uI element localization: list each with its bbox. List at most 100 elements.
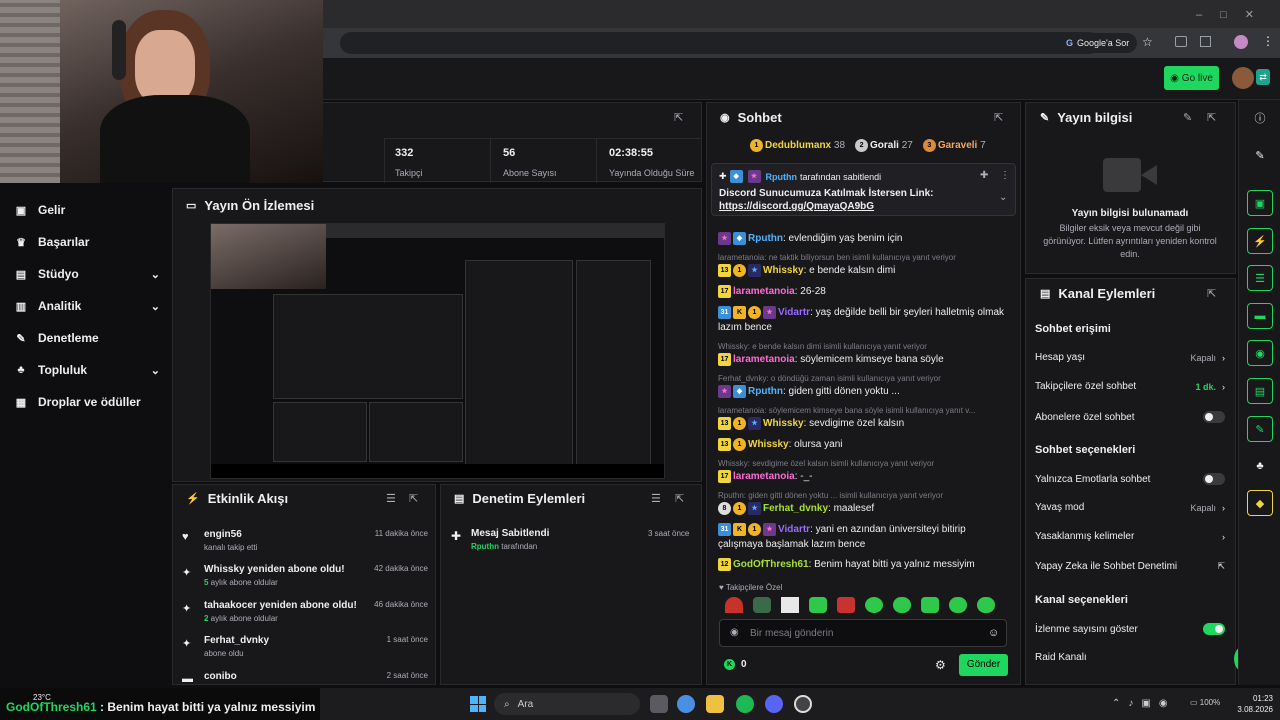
edit-icon[interactable]: ✎: [1183, 111, 1192, 124]
chat-message[interactable]: 17 larametanoia: söylemicem kimseye bana …: [718, 352, 1010, 367]
setting-emote-only[interactable]: Yalnızca Emotlarla sohbet: [1035, 473, 1225, 485]
kick-badge: K: [733, 305, 746, 319]
chat-message[interactable]: ★ ◆ Rputhn: evlendiğim yaş benim için: [718, 231, 1010, 246]
sidebar-item-denetleme[interactable]: ✎ Denetleme: [14, 331, 160, 345]
popout-icon[interactable]: ⇱: [674, 111, 683, 124]
spotify-icon[interactable]: [736, 695, 754, 713]
setting-ai-mod[interactable]: Yapay Zeka ile Sohbet Denetimi ⇱: [1035, 561, 1225, 572]
emote-ball[interactable]: [865, 597, 883, 613]
stack-icon[interactable]: ▤: [1247, 378, 1273, 404]
leader-item[interactable]: 3 Garaveli 7: [922, 139, 986, 152]
pencil-icon[interactable]: ✎: [1247, 142, 1273, 168]
task-view-icon[interactable]: [650, 695, 668, 713]
chat-message[interactable]: 31 K 1 ★ Vidartr: yani en azından üniversite…: [718, 522, 1010, 552]
battery-indicator[interactable]: ▭ 100%: [1190, 698, 1220, 707]
tray-icons[interactable]: ⌃♪▣◉: [1112, 698, 1176, 709]
emote-frog[interactable]: [921, 597, 939, 613]
setting-show-views[interactable]: İzlenme sayısını göster: [1035, 623, 1225, 635]
filter-icon[interactable]: ☰: [651, 492, 661, 505]
setting-banned-words[interactable]: Yasaklanmış kelimeler ›: [1035, 531, 1225, 542]
windows-start-icon[interactable]: [470, 696, 486, 712]
emote-car[interactable]: [753, 597, 771, 613]
show-views-toggle[interactable]: [1203, 623, 1225, 635]
community-icon[interactable]: ♣: [1247, 453, 1273, 479]
emote-face[interactable]: [781, 597, 799, 613]
sidebar-item-topluluk[interactable]: ♣ Topluluk ⌄: [14, 363, 160, 377]
bookmark-star-icon[interactable]: ☆: [1142, 35, 1153, 49]
chat-message[interactable]: 8 1 ★ Ferhat_dvnky: maalesef: [718, 501, 1010, 516]
app-switch-icon[interactable]: ⇄: [1256, 69, 1270, 85]
leader-item[interactable]: 1 Dedublumanx 38: [750, 139, 845, 152]
more-icon[interactable]: ⋮: [1000, 170, 1010, 181]
sidebar-item-studyo[interactable]: ▤ Stüdyo ⌄: [14, 267, 160, 281]
info-icon[interactable]: ⓘ: [1247, 105, 1273, 131]
emote-gauge[interactable]: [725, 597, 743, 613]
chat-message[interactable]: 31 K 1 ★ Vidartr: yaş değilde belli bir şeyl…: [718, 305, 1010, 335]
shield-icon[interactable]: ◆: [1247, 490, 1273, 516]
chat-bubble-icon[interactable]: ▬: [1247, 303, 1273, 329]
popout-icon[interactable]: ⇱: [994, 111, 1003, 124]
settings-gear-icon[interactable]: ⚙: [935, 658, 946, 672]
list-icon[interactable]: ☰: [1247, 265, 1273, 291]
pin-toggle-icon[interactable]: ✚: [980, 170, 988, 181]
leader-item[interactable]: 2 Gorali 27: [855, 139, 913, 152]
preview-sidebar: [211, 294, 271, 444]
setting-raid[interactable]: Raid Kanalı: [1035, 652, 1225, 663]
send-button[interactable]: Gönder: [959, 654, 1008, 676]
setting-followers-chat[interactable]: Takipçilere özel sohbet 1 dk. ›: [1035, 381, 1225, 392]
capture-icon[interactable]: ▣: [1247, 190, 1273, 216]
wrench-icon[interactable]: ✎: [1247, 416, 1273, 442]
setting-subs-chat[interactable]: Abonelere özel sohbet: [1035, 411, 1225, 423]
setting-slow-mode[interactable]: Yavaş mod Kapalı ›: [1035, 502, 1225, 513]
user-avatar[interactable]: [1232, 67, 1254, 89]
taskbar-search[interactable]: ⌕ Ara: [494, 693, 640, 715]
browser-menu-icon[interactable]: ⋮: [1262, 34, 1274, 48]
emote-red[interactable]: [837, 597, 855, 613]
popout-icon[interactable]: ⇱: [1207, 287, 1216, 300]
chat-message[interactable]: 17 larametanoia: -_-: [718, 469, 1010, 484]
chat-message[interactable]: 13 1 ★ Whissky: sevdigime özel kalsın: [718, 416, 1010, 431]
chat-message[interactable]: 17 larametanoia: 26-28: [718, 284, 1010, 299]
popout-icon[interactable]: ⇱: [675, 492, 684, 505]
stream-preview[interactable]: [210, 223, 665, 479]
setting-account-age[interactable]: Hesap yaşı Kapalı ›: [1035, 352, 1225, 363]
google-ask-button[interactable]: G Google'a Sor: [1058, 33, 1138, 53]
window-controls[interactable]: –□✕: [1196, 8, 1272, 21]
chevron-down-icon[interactable]: ⌄: [999, 192, 1007, 203]
reply-context: larametanoia: ne taktik biliyorsun ben i…: [718, 253, 956, 262]
address-bar[interactable]: [340, 32, 1100, 54]
clock[interactable]: 01:23 3.08.2026: [1233, 693, 1273, 715]
broadcast-icon[interactable]: ◉: [1247, 340, 1273, 366]
months-badge: 17: [718, 284, 731, 298]
emote-kick[interactable]: [977, 597, 995, 613]
sidebar-item-gelir[interactable]: ▣ Gelir: [14, 203, 160, 217]
emote-green[interactable]: [809, 597, 827, 613]
chat-message[interactable]: 13 1 ★ Whissky: e bende kalsın dimi: [718, 263, 1010, 278]
puzzle-icon[interactable]: [1200, 36, 1211, 47]
sidebar-item-droplar[interactable]: ▦ Droplar ve ödüller: [14, 395, 160, 409]
popout-icon[interactable]: ⇱: [1207, 111, 1216, 124]
chat-message[interactable]: ★ ◆ Rputhn: giden gitti dönen yoktu ...: [718, 384, 1010, 399]
emote-blob[interactable]: [893, 597, 911, 613]
channel-points[interactable]: K 0: [724, 659, 747, 670]
emote-picker-icon[interactable]: ◉: [730, 627, 739, 638]
chrome-icon[interactable]: [677, 695, 695, 713]
emote-only-toggle[interactable]: [1203, 473, 1225, 485]
chat-message[interactable]: 12 GodOfThresh61: Benim hayat bitti ya ya…: [718, 557, 1010, 572]
profile-avatar[interactable]: [1234, 35, 1248, 49]
extension-icon[interactable]: [1175, 36, 1187, 47]
subs-chat-toggle[interactable]: [1203, 411, 1225, 423]
folder-icon[interactable]: [706, 695, 724, 713]
smile-icon[interactable]: ☺: [988, 627, 999, 639]
emote-smile[interactable]: [949, 597, 967, 613]
pinned-message[interactable]: ✚ ◆ ★ Rputhn tarafından sabitlendi ✚ ⋮ D…: [711, 163, 1016, 216]
pinned-link[interactable]: https://discord.gg/QmayaQA9bG: [719, 201, 874, 212]
go-live-button[interactable]: ◉ Go live: [1164, 66, 1219, 90]
sidebar-item-analitik[interactable]: ▥ Analitik ⌄: [14, 299, 160, 313]
sidebar-item-basarilar[interactable]: ♛ Başarılar: [14, 235, 160, 249]
discord-icon[interactable]: [765, 695, 783, 713]
chat-input[interactable]: ◉ Bir mesaj gönderin ☺: [719, 619, 1007, 647]
obs-icon[interactable]: [794, 695, 812, 713]
bolt-icon[interactable]: ⚡: [1247, 228, 1273, 254]
chat-message[interactable]: 13 1 Whissky: olursa yani: [718, 437, 1010, 452]
